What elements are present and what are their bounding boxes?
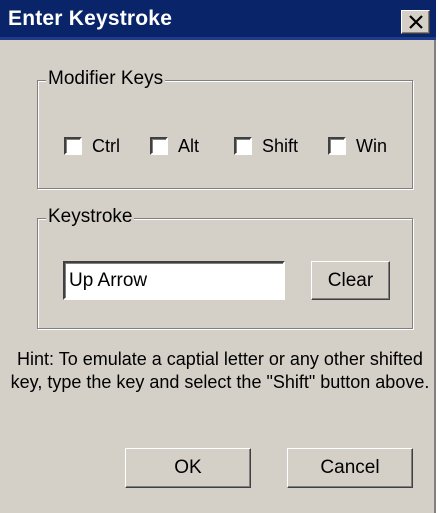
win-checkbox-box[interactable] [328,137,346,155]
background-strip [436,0,440,513]
alt-checkbox[interactable]: Alt [150,134,199,158]
modifier-keys-label: Modifier Keys [46,68,166,90]
ok-button[interactable]: OK [125,448,251,488]
alt-checkbox-box[interactable] [150,137,168,155]
cancel-button[interactable]: Cancel [287,448,413,488]
title-bar: Enter Keystroke [0,0,436,40]
alt-checkbox-label: Alt [178,135,200,156]
hint-text: Hint: To emulate a captial letter or any… [10,349,430,392]
ctrl-checkbox-box[interactable] [64,137,82,155]
win-checkbox[interactable]: Win [328,134,387,158]
close-icon [409,15,423,29]
keystroke-input[interactable] [63,261,285,300]
ctrl-checkbox[interactable]: Ctrl [64,134,120,158]
clear-button[interactable]: Clear [311,261,390,300]
keystroke-group: Keystroke Clear [37,206,413,329]
modifier-keys-group: Modifier Keys Ctrl Alt Shift Win [37,68,413,189]
ctrl-checkbox-label: Ctrl [92,135,120,156]
shift-checkbox-box[interactable] [234,137,252,155]
shift-checkbox-label: Shift [262,135,299,156]
shift-checkbox[interactable]: Shift [234,134,298,158]
keystroke-label: Keystroke [46,206,135,228]
win-checkbox-label: Win [356,135,387,156]
window-title: Enter Keystroke [8,7,173,30]
close-button[interactable] [401,10,430,34]
enter-keystroke-dialog: Enter Keystroke Modifier Keys Ctrl Alt S… [0,0,436,513]
